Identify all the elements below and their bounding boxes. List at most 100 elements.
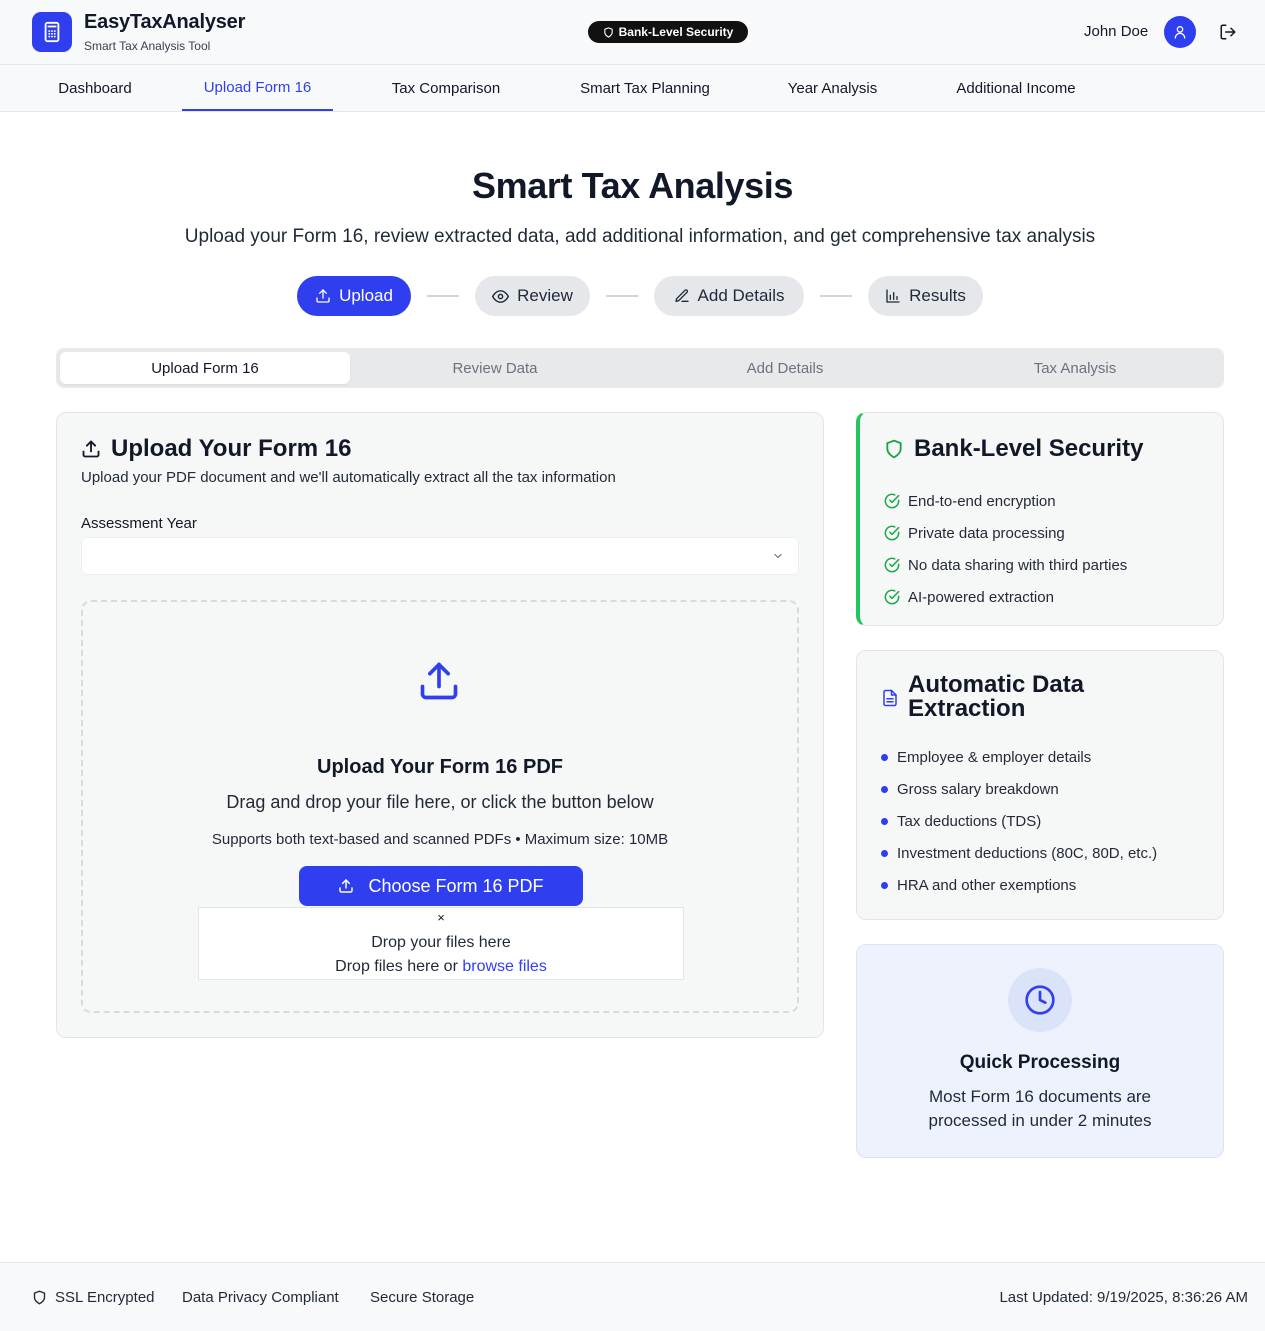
extraction-card-title: Automatic Data Extraction [908, 671, 1085, 722]
upload-card-title: Upload Your Form 16 [81, 435, 351, 463]
tab-upload-form-16[interactable]: Upload Form 16 [60, 352, 350, 384]
page-title: Smart Tax Analysis [472, 165, 793, 206]
step-upload[interactable]: Upload [297, 276, 411, 316]
tab-add-details[interactable]: Add Details [640, 352, 930, 384]
check-circle-icon [884, 589, 900, 605]
page-subtitle: Upload your Form 16, review extracted da… [184, 226, 1096, 247]
quick-processing-card: Quick Processing Most Form 16 documents … [856, 944, 1224, 1158]
drop-target[interactable]: × Drop your files here Drop files here o… [198, 907, 684, 980]
footer-ssl: SSL Encrypted [32, 1289, 155, 1306]
calculator-icon[interactable] [32, 12, 72, 52]
nav-smart-tax-planning[interactable]: Smart Tax Planning [560, 65, 730, 111]
clock-icon [1008, 968, 1072, 1032]
nav-dashboard[interactable]: Dashboard [40, 65, 150, 111]
step-review[interactable]: Review [475, 276, 590, 316]
list-item-text: Private data processing [908, 524, 1065, 542]
step-connector [606, 295, 638, 297]
check-circle-icon [884, 557, 900, 573]
shield-icon [884, 439, 904, 459]
upload-card: Upload Your Form 16 Upload your PDF docu… [56, 412, 824, 1038]
list-item-text: Tax deductions (TDS) [897, 812, 1042, 830]
list-item-text: End-to-end encryption [908, 492, 1056, 510]
user-name: John Doe [1084, 23, 1149, 40]
upload-card-title-text: Upload Your Form 16 [111, 435, 352, 462]
list-item: No data sharing with third parties [884, 549, 1127, 581]
page-footer: SSL Encrypted Data Privacy Compliant Sec… [0, 1262, 1265, 1331]
eye-icon [492, 288, 510, 305]
shield-icon [32, 1290, 47, 1305]
step-label: Add Details [697, 286, 785, 305]
list-item: AI-powered extraction [884, 581, 1127, 613]
choose-pdf-button[interactable]: Choose Form 16 PDF [299, 866, 583, 906]
dropzone-note: Supports both text-based and scanned PDF… [211, 831, 669, 848]
assessment-year-select[interactable] [81, 537, 799, 575]
bullet-icon [881, 881, 888, 889]
list-item: HRA and other exemptions [881, 869, 1157, 901]
list-item-text: Gross salary breakdown [897, 780, 1059, 798]
upload-icon [417, 659, 461, 703]
check-circle-icon [884, 525, 900, 541]
security-list: End-to-end encryption Private data proce… [884, 485, 1127, 613]
list-item-text: AI-powered extraction [908, 588, 1054, 606]
step-results[interactable]: Results [868, 276, 983, 316]
document-icon [881, 689, 899, 707]
footer-ssl-text: SSL Encrypted [55, 1289, 155, 1306]
logout-icon[interactable] [1219, 23, 1237, 41]
tab-review-data[interactable]: Review Data [350, 352, 640, 384]
step-label: Review [517, 286, 573, 305]
tab-bar: Upload Form 16 Review Data Add Details T… [56, 348, 1224, 388]
security-badge: Bank-Level Security [588, 21, 748, 43]
drop-target-hint: Drop files here or browse files [199, 958, 683, 976]
step-connector [427, 295, 459, 297]
upload-card-description: Upload your PDF document and we'll autom… [81, 469, 616, 486]
dropzone-subtitle: Drag and drop your file here, or click t… [226, 792, 654, 812]
browse-files-link[interactable]: browse files [462, 958, 546, 975]
bullet-icon [881, 817, 888, 825]
list-item: Tax deductions (TDS) [881, 805, 1157, 837]
nav-tax-comparison[interactable]: Tax Comparison [372, 65, 520, 111]
app-title: EasyTaxAnalyser [84, 11, 246, 33]
step-label: Results [909, 286, 966, 305]
upload-icon [315, 288, 331, 304]
drop-target-title: Drop your files here [371, 934, 511, 951]
chevron-down-icon [772, 550, 784, 562]
footer-last-updated: Last Updated: 9/19/2025, 8:36:26 AM [999, 1289, 1248, 1306]
user-icon [1172, 24, 1188, 40]
quick-processing-title: Quick Processing [959, 1052, 1121, 1073]
security-card-title: Bank-Level Security [884, 435, 1143, 463]
upload-icon [338, 878, 354, 894]
footer-privacy: Data Privacy Compliant [182, 1289, 339, 1306]
app-subtitle: Smart Tax Analysis Tool [84, 39, 211, 53]
security-badge-label: Bank-Level Security [618, 25, 734, 39]
pencil-icon [674, 288, 690, 304]
security-card-title-text: Bank-Level Security [914, 435, 1144, 462]
list-item: Private data processing [884, 517, 1127, 549]
nav-additional-income[interactable]: Additional Income [935, 65, 1097, 111]
quick-processing-description: Most Form 16 documents are processed in … [928, 1087, 1152, 1130]
list-item-text: No data sharing with third parties [908, 556, 1128, 574]
close-icon[interactable]: × [199, 910, 683, 925]
upload-icon [81, 439, 101, 459]
tab-tax-analysis[interactable]: Tax Analysis [930, 352, 1220, 384]
bullet-icon [881, 849, 888, 857]
list-item-text: Employee & employer details [897, 748, 1092, 766]
list-item-text: Investment deductions (80C, 80D, etc.) [897, 844, 1158, 862]
footer-storage: Secure Storage [370, 1289, 475, 1306]
nav-year-analysis[interactable]: Year Analysis [770, 65, 895, 111]
nav-upload-form-16[interactable]: Upload Form 16 [182, 65, 333, 111]
extraction-card: Automatic Data Extraction Employee & emp… [856, 650, 1224, 920]
list-item: Investment deductions (80C, 80D, etc.) [881, 837, 1157, 869]
security-card: Bank-Level Security End-to-end encryptio… [856, 412, 1224, 626]
list-item: Gross salary breakdown [881, 773, 1157, 805]
step-add-details[interactable]: Add Details [654, 276, 804, 316]
dropzone-title: Upload Your Form 16 PDF [317, 756, 563, 778]
list-item: Employee & employer details [881, 741, 1157, 773]
user-avatar-button[interactable] [1164, 16, 1196, 48]
list-item-text: HRA and other exemptions [897, 876, 1077, 894]
main-nav: Dashboard Upload Form 16 Tax Comparison … [0, 65, 1265, 112]
bullet-icon [881, 753, 888, 761]
bar-chart-icon [885, 288, 901, 304]
file-dropzone[interactable]: Upload Your Form 16 PDF Drag and drop yo… [81, 600, 799, 1013]
step-label: Upload [339, 286, 393, 305]
list-item: End-to-end encryption [884, 485, 1127, 517]
